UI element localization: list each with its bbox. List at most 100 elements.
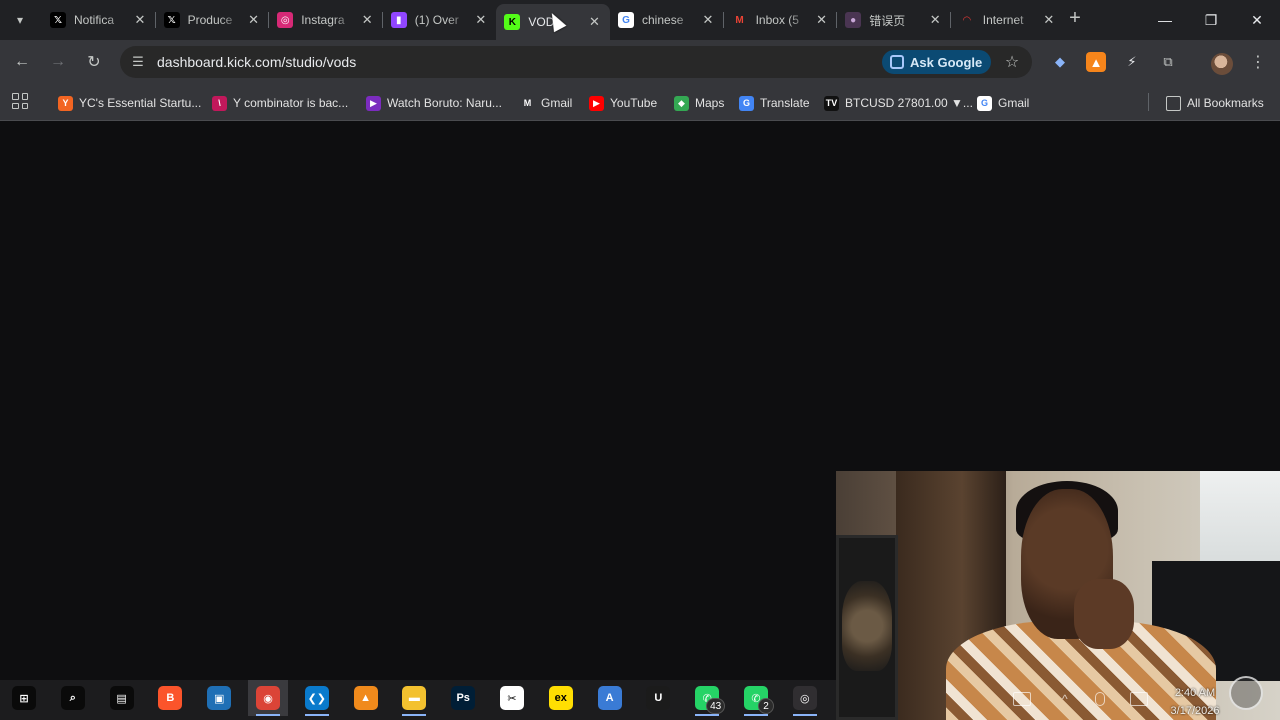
close-window-button[interactable]: ✕ xyxy=(1234,0,1280,40)
extension-gemini-icon[interactable]: ◆ xyxy=(1050,52,1070,72)
all-bookmarks-label: All Bookmarks xyxy=(1187,96,1264,110)
taskbar-chrome-button[interactable]: ◉ xyxy=(248,680,288,716)
virtualbox-icon: ▣ xyxy=(207,686,232,710)
plus-icon: + xyxy=(1069,7,1081,29)
chevron-up-icon[interactable]: ^ xyxy=(1062,692,1080,706)
tab-7[interactable]: ● 错误页 ✕ xyxy=(837,0,951,40)
back-button[interactable]: ← xyxy=(8,48,36,76)
bookmark-label: Gmail xyxy=(541,96,573,110)
running-indicator xyxy=(402,714,427,716)
tab-6[interactable]: M Inbox (5 ✕ xyxy=(724,0,838,40)
tab-8[interactable]: ◠ Internet ✕ xyxy=(951,0,1065,40)
tab-close-icon[interactable]: ✕ xyxy=(246,12,262,28)
tab-label: chinese xyxy=(642,13,684,27)
tab-label: Inbox (5 xyxy=(755,13,799,27)
play-triangle-icon: ▶ xyxy=(366,95,381,111)
bookmark-label: Watch Boruto: Naru... xyxy=(387,96,502,110)
taskbar-exness-button[interactable]: ex xyxy=(541,680,581,716)
tab-close-icon[interactable]: ✕ xyxy=(359,12,375,28)
tab-separator xyxy=(836,12,838,28)
bookmark-item[interactable]: TV BTCUSD 27801.00 ▼... xyxy=(824,92,973,114)
address-bar[interactable]: ☰ dashboard.kick.com/studio/vods Ask Goo… xyxy=(120,46,1032,78)
site-info-icon[interactable]: ☰ xyxy=(128,52,148,72)
taskbar-photoshop-button[interactable]: Ps xyxy=(443,680,483,716)
tab-3[interactable]: ▮ (1) Over ✕ xyxy=(383,0,497,40)
tab-close-icon[interactable]: ✕ xyxy=(700,12,716,28)
taskbar-virtualbox-button[interactable]: ▣ xyxy=(199,680,239,716)
profile-avatar[interactable] xyxy=(1211,53,1233,75)
extensions-puzzle-icon[interactable]: ⧉ xyxy=(1158,52,1178,72)
vlc-icon: ▲ xyxy=(353,686,378,710)
bookmark-item[interactable]: ▶ YouTube xyxy=(589,92,657,114)
metamask-icon[interactable]: ▲ xyxy=(1086,52,1106,72)
ask-google-button[interactable]: Ask Google xyxy=(882,50,992,74)
tab-5[interactable]: Gchinese ✕ xyxy=(610,0,724,40)
bookmark-item[interactable]: G Gmail xyxy=(977,92,1029,114)
notification-center-icon[interactable] xyxy=(1229,676,1263,710)
tab-close-icon[interactable]: ✕ xyxy=(814,12,830,28)
notification-badge: 2 xyxy=(758,698,774,714)
artstudio-icon: A xyxy=(597,686,622,710)
tab-close-icon[interactable]: ✕ xyxy=(132,12,148,28)
taskbar-obs-button[interactable]: ◎ xyxy=(785,680,825,716)
clock-date: 3/17/2026 xyxy=(1170,705,1220,717)
tab-separator xyxy=(268,12,270,28)
taskbar-capcut-button[interactable]: ✂ xyxy=(492,680,532,716)
bookmark-label: BTCUSD 27801.00 ▼... xyxy=(845,96,973,110)
bookmark-item[interactable]: G Translate xyxy=(739,92,810,114)
forward-button[interactable]: → xyxy=(44,48,72,76)
bookmark-item[interactable]: ▶ Watch Boruto: Naru... xyxy=(366,92,502,114)
taskbar-whatsapp-button[interactable]: ✆ 43 xyxy=(687,680,727,716)
bookmark-star-button[interactable]: ☆ xyxy=(1000,50,1024,74)
tab-0[interactable]: 𝕏 Notifica ✕ xyxy=(42,0,156,40)
minimize-button[interactable]: — xyxy=(1142,0,1188,40)
keyboard-icon[interactable] xyxy=(1013,692,1031,706)
reload-button[interactable]: ↻ xyxy=(80,48,108,76)
vscode-icon: ❮❯ xyxy=(304,686,329,710)
x-icon: 𝕏 xyxy=(50,12,66,28)
restore-button[interactable]: ❐ xyxy=(1188,0,1234,40)
tab-close-icon[interactable]: ✕ xyxy=(927,12,943,28)
network-icon[interactable] xyxy=(1130,692,1148,706)
menu-kebab-icon[interactable]: ⋮ xyxy=(1248,52,1268,76)
taskbar-unreal-button[interactable]: U xyxy=(638,680,678,716)
taskbar-task-view-button[interactable]: ▤ xyxy=(102,680,142,716)
taskbar-whatsapp-business-button[interactable]: ✆ 2 xyxy=(736,680,776,716)
taskbar-file-explorer-button[interactable]: ▬ xyxy=(394,680,434,716)
lightning-extension-icon[interactable]: ⚡ xyxy=(1122,52,1142,72)
tab-label: 错误页 xyxy=(869,13,906,28)
running-indicator xyxy=(792,714,817,716)
running-indicator xyxy=(695,714,720,716)
tab-close-icon[interactable]: ✕ xyxy=(473,12,489,28)
bookmark-item[interactable]: \ Y combinator is bac... xyxy=(212,92,348,114)
search-icon: ⌕ xyxy=(60,686,85,710)
bookmark-item[interactable]: M Gmail xyxy=(520,92,572,114)
tab-separator xyxy=(381,12,383,28)
taskbar-search-button[interactable]: ⌕ xyxy=(53,680,93,716)
tab-1[interactable]: 𝕏 Produce ✕ xyxy=(156,0,270,40)
tab-close-icon[interactable]: ✕ xyxy=(1041,12,1057,28)
taskbar-vlc-button[interactable]: ▲ xyxy=(346,680,386,716)
apps-grid-icon[interactable] xyxy=(12,93,28,109)
taskbar-artstudio-button[interactable]: A xyxy=(590,680,630,716)
new-tab-button[interactable]: + xyxy=(1064,8,1086,30)
tab-separator xyxy=(949,12,951,28)
tab-separator xyxy=(722,12,724,28)
taskbar-brave-button[interactable]: B xyxy=(150,680,190,716)
all-bookmarks-button[interactable]: All Bookmarks xyxy=(1166,92,1264,114)
microphone-icon[interactable] xyxy=(1095,692,1105,706)
maps-icon: ◆ xyxy=(674,95,689,111)
taskbar-vscode-button[interactable]: ❮❯ xyxy=(297,680,337,716)
taskbar-start-button[interactable]: ⊞ xyxy=(4,680,44,716)
url-text[interactable]: dashboard.kick.com/studio/vods xyxy=(157,54,356,70)
bookmark-item[interactable]: ◆ Maps xyxy=(674,92,724,114)
slides-icon: \ xyxy=(212,95,227,111)
kick-icon: K xyxy=(504,14,521,30)
tab-close-icon[interactable]: ✕ xyxy=(586,14,602,30)
tab-2[interactable]: ◎ Instagra ✕ xyxy=(269,0,383,40)
tab-search-button[interactable]: ▾ xyxy=(8,8,32,32)
clock-time: 2:40 AM xyxy=(1174,687,1216,699)
internet-icon: ◠ xyxy=(958,12,975,28)
system-clock[interactable]: 2:40 AM 3/17/2026 xyxy=(1160,684,1230,720)
bookmark-item[interactable]: Y YC's Essential Startu... xyxy=(58,92,201,114)
